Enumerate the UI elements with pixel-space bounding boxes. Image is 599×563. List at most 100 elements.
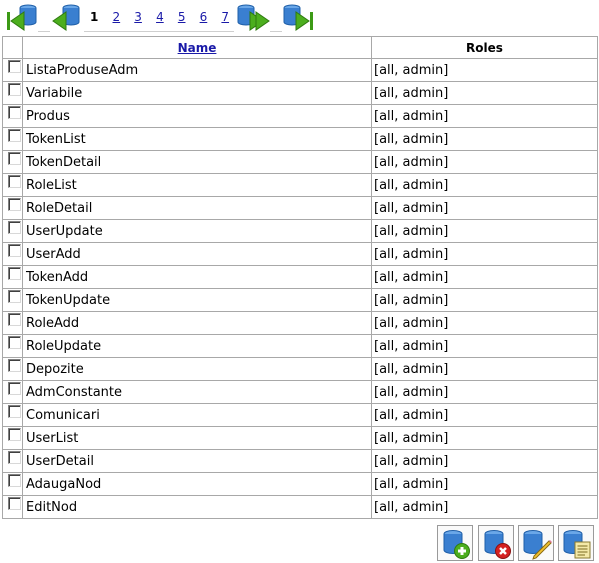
- table-row: RoleList [all, admin]: [2, 173, 598, 197]
- roles-cell: [all, admin]: [371, 472, 598, 496]
- row-select-checkbox[interactable]: [8, 151, 21, 165]
- row-select-checkbox[interactable]: [8, 289, 21, 303]
- roles-cell: [all, admin]: [371, 334, 598, 358]
- row-select-checkbox[interactable]: [8, 427, 21, 441]
- roles-cell: [all, admin]: [371, 242, 598, 266]
- row-select-cell: [2, 288, 23, 312]
- pager-divider: [84, 31, 234, 32]
- table-row: TokenDetail [all, admin]: [2, 150, 598, 174]
- table-row: UserUpdate [all, admin]: [2, 219, 598, 243]
- row-select-checkbox[interactable]: [8, 266, 21, 280]
- add-button[interactable]: [437, 525, 473, 561]
- last-page-icon: [283, 4, 313, 31]
- name-cell: Depozite: [22, 357, 372, 381]
- table-row: Produs [all, admin]: [2, 104, 598, 128]
- add-record-icon: [443, 530, 470, 559]
- roles-cell: [all, admin]: [371, 58, 598, 82]
- row-select-checkbox[interactable]: [8, 335, 21, 349]
- name-cell: UserDetail: [22, 449, 372, 473]
- row-select-checkbox[interactable]: [8, 174, 21, 188]
- name-cell: AdaugaNod: [22, 472, 372, 496]
- page-link[interactable]: 4: [156, 10, 164, 24]
- row-select-cell: [2, 58, 23, 82]
- row-select-checkbox[interactable]: [8, 105, 21, 119]
- row-select-cell: [2, 380, 23, 404]
- row-select-checkbox[interactable]: [8, 473, 21, 487]
- row-select-checkbox[interactable]: [8, 220, 21, 234]
- row-select-checkbox[interactable]: [8, 404, 21, 418]
- row-select-cell: [2, 403, 23, 427]
- row-select-checkbox[interactable]: [8, 381, 21, 395]
- row-select-cell: [2, 173, 23, 197]
- row-select-checkbox[interactable]: [8, 128, 21, 142]
- delete-record-icon: [484, 530, 511, 559]
- table-row: RoleUpdate [all, admin]: [2, 334, 598, 358]
- page-link[interactable]: 6: [200, 10, 208, 24]
- row-select-checkbox[interactable]: [8, 496, 21, 510]
- roles-cell: [all, admin]: [371, 81, 598, 105]
- name-cell: UserUpdate: [22, 219, 372, 243]
- row-select-cell: [2, 334, 23, 358]
- page-link[interactable]: 3: [134, 10, 142, 24]
- row-select-cell: [2, 357, 23, 381]
- roles-table: Name Roles ListaProduseAdm [all, admin] Va…: [2, 36, 598, 519]
- roles-cell: [all, admin]: [371, 426, 598, 450]
- roles-cell: [all, admin]: [371, 173, 598, 197]
- table-row: TokenUpdate [all, admin]: [2, 288, 598, 312]
- first-page-icon: [7, 4, 37, 31]
- row-select-cell: [2, 127, 23, 151]
- delete-button[interactable]: [478, 525, 514, 561]
- table-row: TokenAdd [all, admin]: [2, 265, 598, 289]
- row-select-cell: [2, 219, 23, 243]
- row-select-cell: [2, 81, 23, 105]
- name-cell: EditNod: [22, 495, 372, 519]
- name-cell: TokenUpdate: [22, 288, 372, 312]
- row-select-checkbox[interactable]: [8, 59, 21, 73]
- table-row: AdaugaNod [all, admin]: [2, 472, 598, 496]
- sort-by-name-link[interactable]: Name: [178, 41, 217, 55]
- roles-cell: [all, admin]: [371, 495, 598, 519]
- view-button[interactable]: [558, 525, 594, 561]
- next-page-button[interactable]: [236, 2, 270, 34]
- roles-cell: [all, admin]: [371, 196, 598, 220]
- pager-divider: [270, 31, 282, 32]
- roles-cell: [all, admin]: [371, 311, 598, 335]
- name-cell: RoleAdd: [22, 311, 372, 335]
- first-page-button[interactable]: [4, 2, 38, 34]
- name-cell: ListaProduseAdm: [22, 58, 372, 82]
- roles-cell: [all, admin]: [371, 380, 598, 404]
- table-row: Comunicari [all, admin]: [2, 403, 598, 427]
- page-link[interactable]: 5: [178, 10, 186, 24]
- edit-button[interactable]: [518, 525, 554, 561]
- row-select-checkbox[interactable]: [8, 450, 21, 464]
- table-row: RoleAdd [all, admin]: [2, 311, 598, 335]
- view-record-icon: [563, 530, 591, 559]
- roles-column-header: Roles: [371, 36, 598, 59]
- row-select-cell: [2, 242, 23, 266]
- row-select-cell: [2, 265, 23, 289]
- row-select-checkbox[interactable]: [8, 197, 21, 211]
- name-column-header[interactable]: Name: [22, 36, 372, 59]
- name-cell: RoleDetail: [22, 196, 372, 220]
- row-select-cell: [2, 495, 23, 519]
- select-column-header: [2, 36, 23, 59]
- table-row: EditNod [all, admin]: [2, 495, 598, 519]
- table-row: ListaProduseAdm [all, admin]: [2, 58, 598, 82]
- previous-page-button[interactable]: [48, 2, 82, 34]
- table-row: UserList [all, admin]: [2, 426, 598, 450]
- last-page-button[interactable]: [282, 2, 316, 34]
- row-select-checkbox[interactable]: [8, 312, 21, 326]
- table-row: UserDetail [all, admin]: [2, 449, 598, 473]
- row-select-cell: [2, 104, 23, 128]
- row-select-checkbox[interactable]: [8, 82, 21, 96]
- table-row: Variabile [all, admin]: [2, 81, 598, 105]
- page-link[interactable]: 7: [221, 10, 229, 24]
- previous-page-icon: [52, 4, 80, 31]
- edit-record-icon: [523, 530, 552, 560]
- name-cell: Comunicari: [22, 403, 372, 427]
- name-cell: TokenAdd: [22, 265, 372, 289]
- page-link[interactable]: 2: [113, 10, 121, 24]
- row-select-cell: [2, 449, 23, 473]
- row-select-checkbox[interactable]: [8, 358, 21, 372]
- row-select-checkbox[interactable]: [8, 243, 21, 257]
